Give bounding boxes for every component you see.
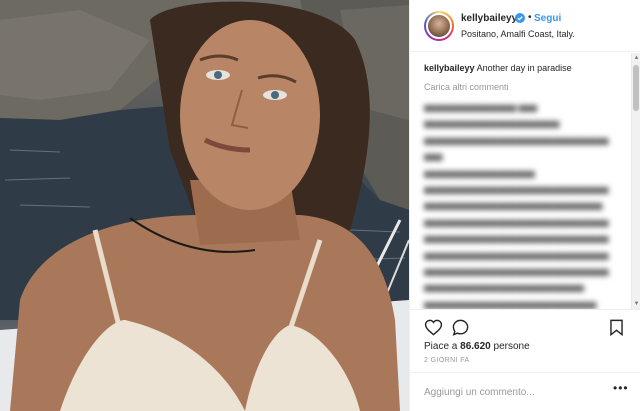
post-actions	[410, 309, 640, 343]
load-more-comments-button[interactable]: Carica altri commenti	[424, 81, 622, 94]
blurred-comment: ▆▆▆▆▆▆▆▆▆▆▆▆▆▆▆▆▆▆▆▆▆▆▆▆▆▆▆▆▆▆	[424, 217, 609, 227]
blurred-comment: ▆▆▆	[424, 152, 443, 162]
scrollbar-thumb[interactable]	[633, 65, 639, 111]
blurred-comment: ▆▆▆▆▆▆▆▆▆▆▆▆▆▆▆▆▆▆▆▆▆▆▆▆▆▆	[424, 283, 584, 293]
caption-username[interactable]: kellybaileyy	[424, 63, 475, 73]
comment-bubble-icon[interactable]	[451, 318, 470, 337]
avatar-image	[426, 13, 452, 39]
location-link[interactable]: Positano, Amalfi Coast, Italy.	[461, 29, 575, 39]
likes-prefix: Piace a	[424, 341, 458, 352]
blurred-comments: ▆▆▆▆▆▆▆▆▆▆▆▆▆▆▆ ▆▆▆ ▆▆▆▆▆▆▆▆▆▆▆▆▆▆▆▆▆▆▆▆…	[424, 100, 622, 309]
blurred-comment: ▆▆▆▆▆▆▆▆▆▆▆▆▆▆▆▆▆▆▆▆▆▆▆▆▆▆▆▆▆▆	[424, 250, 609, 260]
separator-dot: •	[528, 12, 532, 23]
comments-list[interactable]: kellybaileyy Another day in paradise Car…	[410, 53, 632, 309]
post-header: kellybaileyy • Segui Positano, Amalfi Co…	[410, 0, 640, 52]
comment-input[interactable]	[424, 384, 599, 400]
bookmark-icon[interactable]	[607, 318, 626, 337]
avatar[interactable]	[424, 11, 454, 41]
likes-suffix: persone	[493, 341, 530, 352]
blurred-comment: ▆▆▆▆▆▆▆▆▆▆▆▆▆▆▆▆▆▆▆▆▆▆▆▆▆▆▆▆▆▆	[424, 135, 609, 145]
post-panel: kellybaileyy • Segui Positano, Amalfi Co…	[409, 0, 640, 411]
scroll-down-arrow[interactable]: ▼	[633, 300, 640, 308]
caption: kellybaileyy Another day in paradise	[424, 62, 622, 75]
verified-badge-icon	[515, 13, 525, 23]
comments-scrollbar[interactable]: ▲ ▼	[631, 53, 640, 309]
blurred-comment: ▆▆▆▆▆▆▆▆▆▆▆▆▆▆▆▆▆▆	[424, 168, 535, 178]
blurred-comment: ▆▆▆▆▆▆▆▆▆▆▆▆▆▆▆▆▆▆▆▆▆▆▆▆▆▆▆▆▆▆	[424, 267, 609, 277]
blurred-comment: ▆▆▆▆▆▆▆▆▆▆▆▆▆▆▆▆▆▆▆▆▆▆	[424, 119, 560, 129]
caption-text: Another day in paradise	[476, 63, 572, 73]
post-timestamp[interactable]: 2 GIORNI FA	[424, 357, 470, 364]
follow-button[interactable]: Segui	[534, 13, 561, 24]
post-photo	[0, 0, 409, 411]
likes-count[interactable]: Piace a 86.620 persone	[424, 341, 530, 352]
scroll-up-arrow[interactable]: ▲	[633, 54, 640, 62]
blurred-comment: ▆▆▆▆▆▆▆▆▆▆▆▆▆▆▆▆▆▆▆▆▆▆▆▆▆▆▆▆	[424, 299, 597, 309]
username-link[interactable]: kellybaileyy	[461, 13, 517, 24]
blurred-comment: ▆▆▆▆▆▆▆▆▆▆▆▆▆▆▆▆▆▆▆▆▆▆▆▆▆▆▆▆▆▆	[424, 185, 609, 195]
blurred-comment: ▆▆▆▆▆▆▆▆▆▆▆▆▆▆▆▆▆▆▆▆▆▆▆▆▆▆▆▆▆	[424, 201, 603, 211]
blurred-comment: ▆▆▆▆▆▆▆▆▆▆▆▆▆▆▆ ▆▆▆	[424, 103, 537, 112]
blurred-comment: ▆▆▆▆▆▆▆▆▆▆▆▆▆▆▆▆▆▆▆▆▆▆▆▆▆▆▆▆▆▆	[424, 234, 609, 244]
add-comment-bar: •••	[410, 372, 640, 411]
likes-number: 86.620	[460, 341, 491, 352]
post-photo-illustration	[0, 0, 409, 411]
more-options-icon[interactable]: •••	[613, 381, 629, 395]
heart-icon[interactable]	[424, 318, 443, 337]
